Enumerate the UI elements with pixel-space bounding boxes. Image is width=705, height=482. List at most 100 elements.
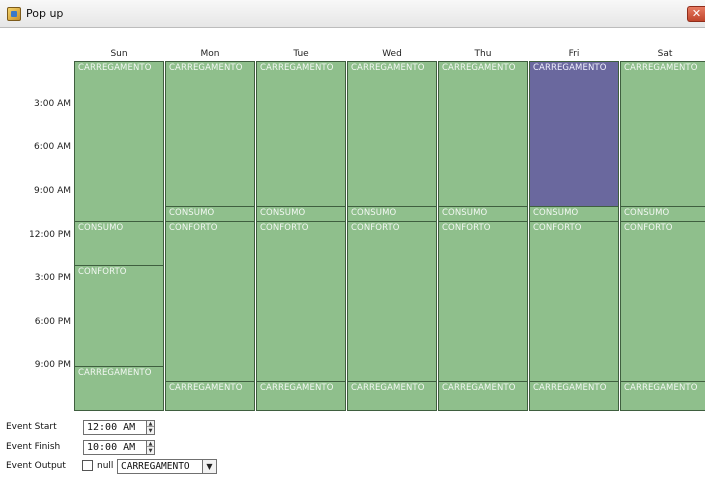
- chevron-down-icon[interactable]: ▼: [202, 460, 216, 473]
- calendar-event[interactable]: CONSUMO: [74, 220, 164, 266]
- calendar-event[interactable]: CONFORTO: [620, 220, 705, 382]
- event-label: CONSUMO: [533, 208, 579, 219]
- day-column-mon: CARREGAMENTO CONSUMO CONFORTO CARREGAMENTO: [165, 61, 255, 411]
- day-header-sat: Sat: [657, 49, 673, 59]
- event-finish-value[interactable]: 10:00 AM: [87, 442, 135, 453]
- event-label: CONSUMO: [260, 208, 306, 219]
- time-label: 6:00 AM: [34, 142, 71, 153]
- calendar-event[interactable]: CONSUMO: [256, 206, 346, 222]
- day-column-sun: CARREGAMENTO CONSUMO CONFORTO CARREGAMENTO: [74, 61, 164, 411]
- spin-down-icon[interactable]: ▼: [147, 448, 154, 454]
- time-label: 6:00 PM: [34, 316, 71, 327]
- calendar-event[interactable]: CONFORTO: [74, 264, 164, 368]
- calendar-event[interactable]: CONSUMO: [165, 206, 255, 222]
- time-label: 9:00 AM: [34, 185, 71, 196]
- event-label: CONSUMO: [624, 208, 670, 219]
- event-finish-spin-buttons[interactable]: ▲ ▼: [146, 440, 155, 455]
- event-label: CONFORTO: [533, 222, 582, 233]
- event-output-select[interactable]: CARREGAMENTO ▼: [117, 459, 217, 474]
- event-label: CARREGAMENTO: [533, 63, 607, 73]
- calendar-event[interactable]: CONFORTO: [347, 220, 437, 382]
- calendar-event[interactable]: CARREGAMENTO: [256, 61, 346, 208]
- title-bar: Pop up ✕: [0, 0, 705, 28]
- day-header-wed: Wed: [382, 49, 402, 59]
- day-column-fri: CARREGAMENTO CONSUMO CONFORTO CARREGAMENTO: [529, 61, 619, 411]
- calendar-event[interactable]: CARREGAMENTO: [347, 61, 437, 208]
- time-label: 9:00 PM: [34, 360, 71, 371]
- calendar-event[interactable]: CARREGAMENTO: [438, 61, 528, 208]
- event-label: CONFORTO: [78, 266, 127, 277]
- event-label: CONSUMO: [78, 222, 124, 233]
- day-header-sun: Sun: [110, 49, 128, 59]
- event-label: CARREGAMENTO: [78, 368, 152, 379]
- java-cup-icon: [7, 7, 21, 21]
- day-header-fri: Fri: [568, 49, 580, 59]
- calendar-event[interactable]: CONFORTO: [165, 220, 255, 382]
- calendar-event[interactable]: CONFORTO: [529, 220, 619, 382]
- event-label: CARREGAMENTO: [78, 63, 152, 73]
- day-column-thu: CARREGAMENTO CONSUMO CONFORTO CARREGAMENTO: [438, 61, 528, 411]
- event-label: CARREGAMENTO: [260, 382, 334, 393]
- day-header-mon: Mon: [200, 49, 220, 59]
- event-output-value[interactable]: CARREGAMENTO: [121, 461, 190, 472]
- calendar-event[interactable]: CONSUMO: [347, 206, 437, 222]
- calendar-event[interactable]: CARREGAMENTO: [347, 380, 437, 411]
- event-finish-spinner[interactable]: 10:00 AM ▲ ▼: [83, 440, 155, 455]
- event-output-label: Event Output: [6, 461, 66, 471]
- event-label: CONSUMO: [351, 208, 397, 219]
- time-label: 3:00 AM: [34, 98, 71, 109]
- event-label: CARREGAMENTO: [351, 382, 425, 393]
- event-label: CARREGAMENTO: [624, 382, 698, 393]
- event-label: CONSUMO: [169, 208, 215, 219]
- event-label: CARREGAMENTO: [624, 63, 698, 73]
- event-start-spin-buttons[interactable]: ▲ ▼: [146, 420, 155, 435]
- null-checkbox[interactable]: [82, 460, 93, 471]
- calendar-event[interactable]: CARREGAMENTO: [529, 380, 619, 411]
- calendar-event[interactable]: CONFORTO: [438, 220, 528, 382]
- calendar-event[interactable]: CONSUMO: [529, 206, 619, 222]
- day-column-wed: CARREGAMENTO CONSUMO CONFORTO CARREGAMENTO: [347, 61, 437, 411]
- calendar-event[interactable]: CARREGAMENTO: [74, 61, 164, 222]
- event-label: CONFORTO: [169, 222, 218, 233]
- day-column-sat: CARREGAMENTO CONSUMO CONFORTO CARREGAMENTO: [620, 61, 705, 411]
- event-start-value[interactable]: 12:00 AM: [87, 422, 135, 433]
- calendar-event[interactable]: CARREGAMENTO: [165, 61, 255, 208]
- close-button[interactable]: ✕: [687, 6, 705, 22]
- spin-up-icon[interactable]: ▲: [147, 421, 154, 427]
- event-form: Event Start 12:00 AM ▲ ▼ Event Finish 10…: [0, 412, 705, 482]
- calendar-event[interactable]: CONSUMO: [438, 206, 528, 222]
- event-label: CONSUMO: [442, 208, 488, 219]
- event-start-spinner[interactable]: 12:00 AM ▲ ▼: [83, 420, 155, 435]
- day-header-tue: Tue: [293, 49, 309, 59]
- calendar-event[interactable]: CARREGAMENTO: [438, 380, 528, 411]
- time-label: 3:00 PM: [34, 273, 71, 284]
- event-start-label: Event Start: [6, 422, 57, 432]
- event-label: CARREGAMENTO: [533, 382, 607, 393]
- time-label: 12:00 PM: [29, 229, 71, 240]
- calendar-event[interactable]: CARREGAMENTO: [165, 380, 255, 411]
- event-finish-label: Event Finish: [6, 442, 61, 452]
- spin-up-icon[interactable]: ▲: [147, 441, 154, 447]
- event-label: CARREGAMENTO: [169, 382, 243, 393]
- calendar-event[interactable]: CARREGAMENTO: [256, 380, 346, 411]
- calendar-event[interactable]: CARREGAMENTO: [620, 61, 705, 208]
- null-label: null: [97, 461, 114, 471]
- week-calendar: Sun Mon Tue Wed Thu Fri Sat 3:00 AM 6:00 AM 9:00…: [0, 28, 705, 412]
- event-label: CARREGAMENTO: [169, 63, 243, 73]
- event-label: CONFORTO: [624, 222, 673, 233]
- calendar-event[interactable]: CONFORTO: [256, 220, 346, 382]
- calendar-event[interactable]: CARREGAMENTO: [74, 366, 164, 411]
- day-column-tue: CARREGAMENTO CONSUMO CONFORTO CARREGAMENTO: [256, 61, 346, 411]
- calendar-event[interactable]: CARREGAMENTO: [620, 380, 705, 411]
- calendar-event[interactable]: CARREGAMENTO: [529, 61, 619, 208]
- calendar-event[interactable]: CONSUMO: [620, 206, 705, 222]
- window-title: Pop up: [26, 7, 64, 20]
- event-label: CARREGAMENTO: [351, 63, 425, 73]
- event-label: CONFORTO: [351, 222, 400, 233]
- day-header-thu: Thu: [474, 49, 492, 59]
- event-label: CARREGAMENTO: [442, 382, 516, 393]
- event-label: CONFORTO: [442, 222, 491, 233]
- event-label: CONFORTO: [260, 222, 309, 233]
- spin-down-icon[interactable]: ▼: [147, 428, 154, 434]
- event-label: CARREGAMENTO: [260, 63, 334, 73]
